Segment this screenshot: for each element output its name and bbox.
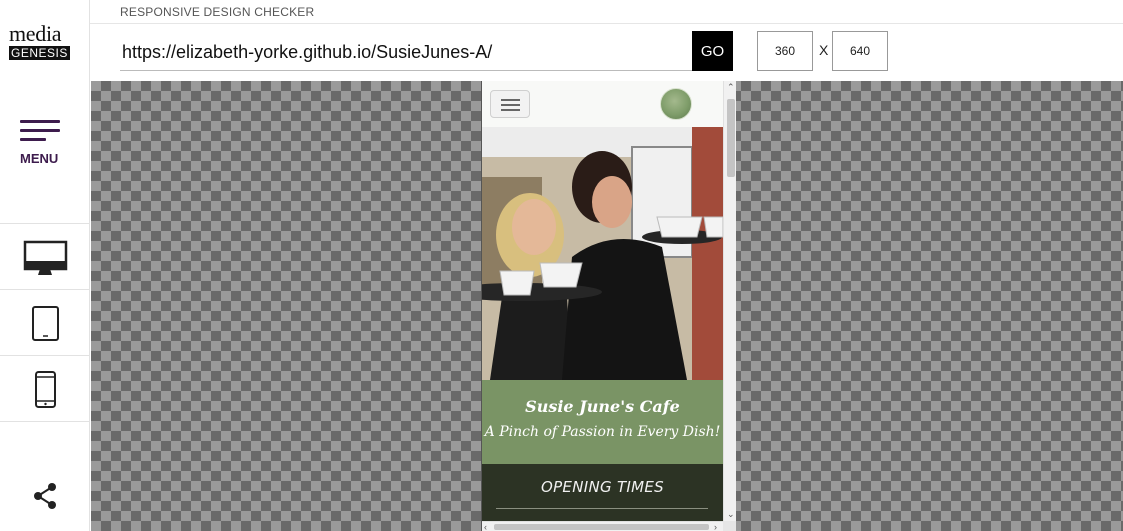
vertical-scrollbar[interactable]: ⌃ ⌄: [723, 81, 736, 521]
sidebar: media GENESIS MENU: [0, 0, 90, 531]
go-button[interactable]: GO: [692, 31, 733, 71]
dimension-separator: X: [819, 42, 829, 58]
tablet-view-button[interactable]: [0, 289, 90, 355]
menu-label: MENU: [20, 151, 59, 166]
horizontal-scroll-thumb[interactable]: [494, 524, 709, 530]
opening-times-section: OPENING TIMES: [482, 464, 723, 521]
responsive-checker-app: media GENESIS MENU RESPONSIVE DESIGN CHE…: [0, 0, 1123, 531]
site-subtitle: A Pinch of Passion in Every Dish!: [484, 424, 721, 440]
site-logo[interactable]: [660, 88, 692, 120]
scrollbar-corner: [723, 521, 736, 531]
page-title: RESPONSIVE DESIGN CHECKER: [120, 5, 315, 19]
menu-button[interactable]: MENU: [0, 108, 90, 178]
logo-line-1: media: [9, 21, 62, 46]
phone-icon: [35, 371, 56, 408]
phone-view-button[interactable]: [0, 355, 90, 421]
vertical-scroll-thumb[interactable]: [727, 99, 735, 177]
scroll-down-icon[interactable]: ⌄: [727, 509, 735, 519]
hero-image: [482, 127, 723, 380]
preview-stage: Susie June's Cafe A Pinch of Passion in …: [91, 81, 1123, 531]
desktop-icon: [23, 240, 68, 275]
header-divider: [90, 23, 1123, 24]
sidebar-divider: [0, 421, 90, 422]
tablet-icon: [32, 306, 59, 341]
share-button[interactable]: [32, 482, 58, 510]
device-frame[interactable]: Susie June's Cafe A Pinch of Passion in …: [481, 81, 736, 531]
horizontal-scrollbar[interactable]: ‹ ›: [482, 521, 723, 531]
section-divider: [496, 508, 708, 509]
navbar-toggler[interactable]: [490, 90, 530, 118]
scroll-right-icon[interactable]: ›: [714, 522, 717, 531]
desktop-view-button[interactable]: [0, 223, 90, 289]
logo-line-2: GENESIS: [9, 46, 70, 60]
hero-tagline-section: Susie June's Cafe A Pinch of Passion in …: [482, 380, 723, 464]
hamburger-icon: [20, 120, 60, 147]
url-input[interactable]: [120, 34, 692, 71]
scroll-left-icon[interactable]: ‹: [484, 522, 487, 531]
height-input[interactable]: [832, 31, 888, 71]
site-title: Susie June's Cafe: [525, 397, 680, 416]
site-navbar: [482, 81, 723, 127]
scroll-up-icon[interactable]: ⌃: [727, 82, 735, 92]
share-icon: [34, 483, 56, 509]
media-genesis-logo[interactable]: media GENESIS: [9, 21, 75, 62]
top-bar: RESPONSIVE DESIGN CHECKER GO X: [90, 0, 1123, 81]
opening-times-heading: OPENING TIMES: [540, 478, 664, 496]
width-input[interactable]: [757, 31, 813, 71]
